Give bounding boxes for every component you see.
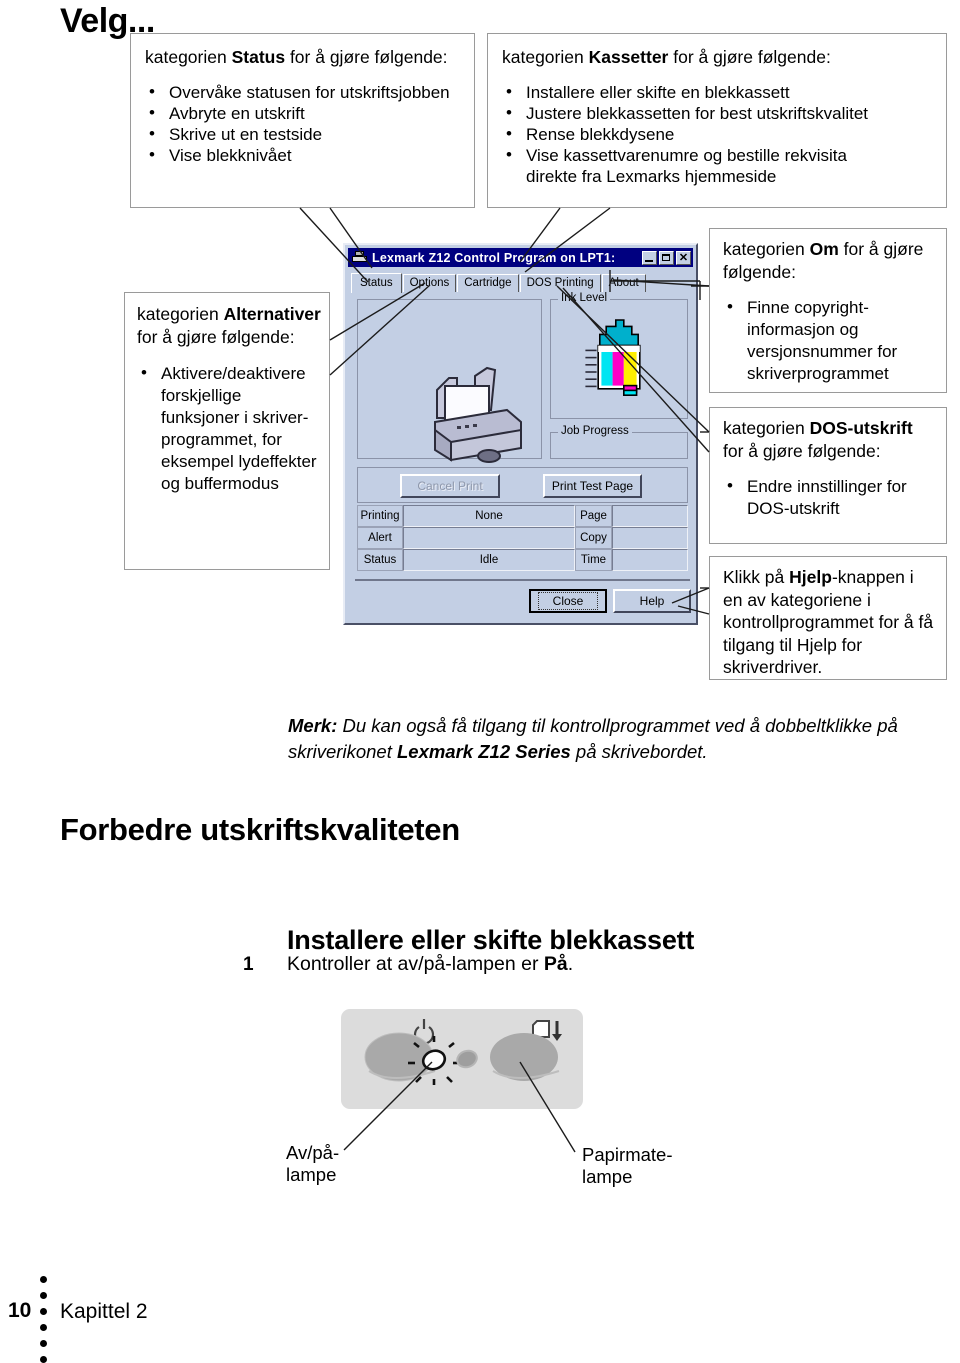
tab-about[interactable]: About xyxy=(601,274,646,292)
tab-bar[interactable]: Status Options Cartridge DOS Printing Ab… xyxy=(351,272,647,293)
row-label-status: Status xyxy=(357,549,403,571)
printer-illustration-group xyxy=(357,299,542,463)
ink-level-label: Ink Level xyxy=(558,292,611,304)
list-item: Vise blekknivået xyxy=(145,144,462,166)
caption-power-lamp: Av/på-lampe xyxy=(286,1142,340,1185)
printer-illustration xyxy=(434,366,522,463)
close-button-label: Close xyxy=(537,592,599,610)
ink-level-group: Ink Level xyxy=(550,292,688,419)
row-label-page: Page xyxy=(575,505,612,527)
lexmark-control-program-window[interactable]: Lexmark Z12 Control Program on LPT1: ✕ S… xyxy=(343,243,698,625)
tab-status[interactable]: Status xyxy=(351,273,402,293)
help-button[interactable]: Help xyxy=(613,589,691,613)
list-item: Avbryte en utskrift xyxy=(145,102,462,124)
list-item: Finne copyright- informasjon og versjons… xyxy=(723,296,936,385)
row-value-time xyxy=(612,549,688,571)
row-value-copy xyxy=(612,527,688,549)
printer-control-panel-illustration xyxy=(341,1009,583,1109)
list-item: Skrive ut en testside xyxy=(145,123,462,145)
row-label-time: Time xyxy=(575,549,612,571)
list-item: Aktivere/deaktivere forskjellige funksjo… xyxy=(137,362,321,495)
callout-dos-utskrift: kategorien DOS-utskrift for å gjøre følg… xyxy=(709,407,947,544)
callout-hjelp: Klikk på Hjelp-knappen i en av kategorie… xyxy=(709,556,947,680)
callout-om-heading: kategorien Om for å gjøre følgende: xyxy=(723,239,924,282)
list-item: Rense blekkdysene xyxy=(502,123,934,145)
callout-dos-list: Endre innstillinger for DOS-utskrift xyxy=(723,475,936,520)
job-progress-label: Job Progress xyxy=(558,425,632,437)
paper-feed-lamp xyxy=(456,1049,478,1069)
callout-om: kategorien Om for å gjøre følgende: Finn… xyxy=(709,228,947,393)
section-heading-2: Installere eller skifte blekkassett xyxy=(287,925,695,955)
print-test-page-label: Print Test Page xyxy=(551,479,634,493)
window-title: Lexmark Z12 Control Program on LPT1: xyxy=(372,250,616,265)
page-number: 10 xyxy=(8,1299,32,1322)
callout-kassetter-list: Installere eller skifte en blekkassett J… xyxy=(502,81,934,187)
callout-status-heading: kategorien Status for å gjøre følgende: xyxy=(145,47,448,67)
callout-om-list: Finne copyright- informasjon og versjons… xyxy=(723,296,936,385)
footer-chapter-label: Kapittel 2 xyxy=(60,1300,148,1323)
note-merk: Merk: Du kan også få tilgang til kontrol… xyxy=(288,715,898,762)
list-item: Overvåke statusen for utskriftsjobben xyxy=(145,81,462,103)
minimize-button[interactable] xyxy=(642,250,657,265)
help-button-label: Help xyxy=(639,594,665,608)
row-label-copy: Copy xyxy=(575,527,612,549)
row-label-printing: Printing xyxy=(357,505,403,527)
caption-paper-feed-lamp: Papirmate-lampe xyxy=(582,1144,673,1187)
callout-kassetter-heading: kategorien Kassetter for å gjøre følgend… xyxy=(502,47,831,67)
list-item: Endre innstillinger for DOS-utskrift xyxy=(723,475,936,520)
status-table: Printing None Page Alert Copy Status Idl… xyxy=(357,505,688,572)
footer-divider xyxy=(355,579,690,581)
close-icon[interactable]: ✕ xyxy=(676,250,691,265)
row-label-alert: Alert xyxy=(357,527,403,549)
callout-hjelp-text: Klikk på Hjelp-knappen i en av kategorie… xyxy=(723,567,934,677)
tab-dos-printing[interactable]: DOS Printing xyxy=(519,274,601,292)
tab-options[interactable]: Options xyxy=(402,274,457,292)
callout-alternativer-list: Aktivere/deaktivere forskjellige funksjo… xyxy=(137,362,321,495)
ink-cartridge-icon xyxy=(585,319,641,396)
step-text: Kontroller at av/på-lampen er På. xyxy=(287,953,574,975)
print-test-page-button[interactable]: Print Test Page xyxy=(543,474,642,498)
row-value-status: Idle xyxy=(403,549,575,571)
document-page: Velg... kategorien Status for å gjøre fø… xyxy=(0,0,960,1363)
tab-cartridge[interactable]: Cartridge xyxy=(457,274,519,292)
callout-alternativer-heading: kategorien Alternativer for å gjøre følg… xyxy=(137,304,321,347)
callout-status-list: Overvåke statusen for utskriftsjobben Av… xyxy=(145,81,462,166)
action-buttons-group: Cancel Print Print Test Page xyxy=(357,467,688,503)
window-title-bar: Lexmark Z12 Control Program on LPT1: ✕ xyxy=(348,248,693,267)
row-value-alert xyxy=(403,527,575,549)
footer-dots xyxy=(40,1276,48,1363)
row-value-page xyxy=(612,505,688,527)
note-label: Merk: xyxy=(288,715,338,736)
cancel-print-button[interactable]: Cancel Print xyxy=(400,474,500,498)
job-progress-group: Job Progress xyxy=(550,425,688,459)
section-heading-1: Forbedre utskriftskvaliteten xyxy=(60,812,460,847)
callout-dos-heading: kategorien DOS-utskrift for å gjøre følg… xyxy=(723,418,913,461)
step-number: 1 xyxy=(243,954,254,975)
row-value-printing: None xyxy=(403,505,575,527)
maximize-button[interactable] xyxy=(659,250,674,265)
callout-alternativer: kategorien Alternativer for å gjøre følg… xyxy=(124,292,330,570)
control-panel-graphic xyxy=(364,1019,562,1085)
list-item: Installere eller skifte en blekkassett xyxy=(502,81,934,103)
printer-icon xyxy=(352,251,367,264)
list-item: Vise kassettvarenumre og bestille rekvis… xyxy=(502,144,856,187)
close-button[interactable]: Close xyxy=(529,589,607,613)
list-item: Justere blekkassetten for best utskrifts… xyxy=(502,102,934,124)
callout-status: kategorien Status for å gjøre følgende: … xyxy=(130,33,475,208)
callout-kassetter: kategorien Kassetter for å gjøre følgend… xyxy=(487,33,947,208)
